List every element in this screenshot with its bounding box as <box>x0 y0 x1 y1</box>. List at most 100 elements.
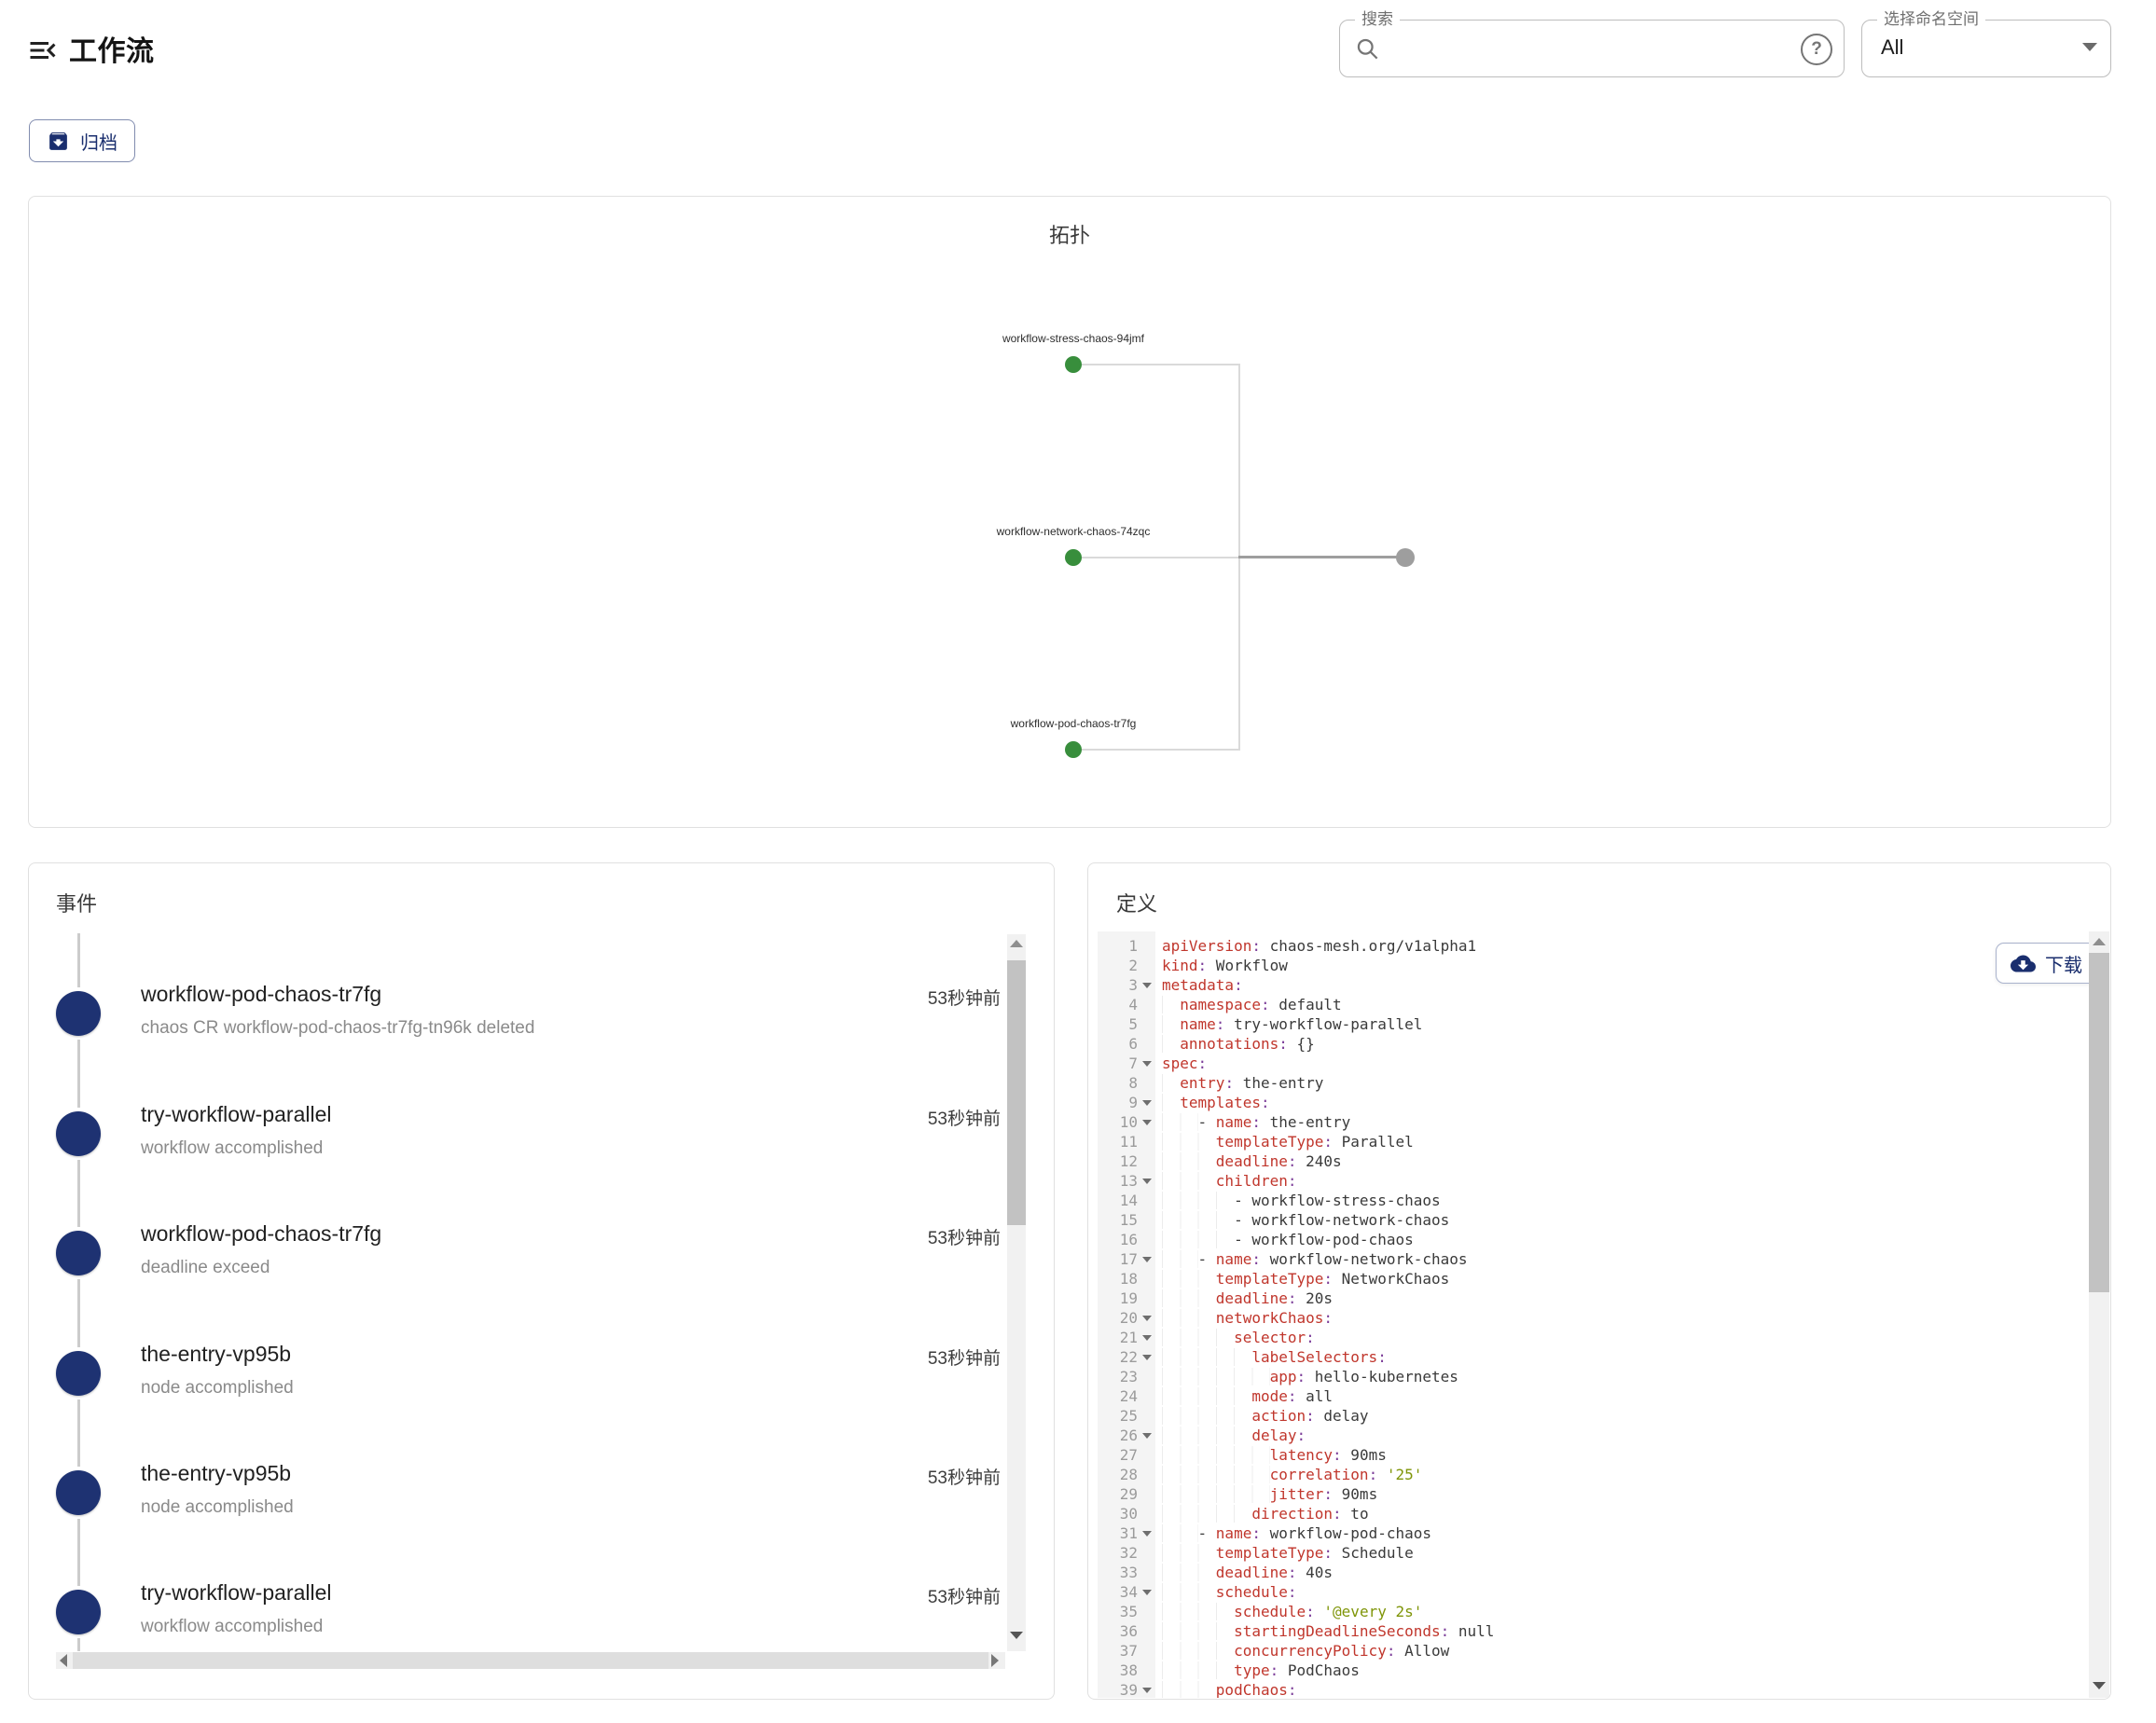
fold-toggle-icon[interactable] <box>1142 1433 1152 1439</box>
topology-node-dot-succeed[interactable] <box>1065 549 1082 566</box>
event-message: node accomplished <box>141 1497 294 1518</box>
menu-open-icon[interactable] <box>24 32 62 69</box>
fold-toggle-icon[interactable] <box>1142 1120 1152 1125</box>
line-number: 35 <box>1098 1602 1138 1621</box>
scroll-down-icon[interactable] <box>1010 1632 1023 1639</box>
code-line: 28 correlation: '25' <box>1098 1465 2110 1484</box>
fold-toggle-icon[interactable] <box>1142 1531 1152 1537</box>
line-number: 18 <box>1098 1269 1138 1289</box>
scroll-down-icon[interactable] <box>2093 1682 2106 1689</box>
timeline-connector <box>77 933 80 987</box>
scroll-up-icon[interactable] <box>2093 938 2106 945</box>
code-text: - name: the-entry <box>1162 1112 1350 1132</box>
line-number: 10 <box>1098 1112 1138 1132</box>
fold-toggle-icon[interactable] <box>1142 1355 1152 1360</box>
code-text: correlation: '25' <box>1162 1465 1422 1484</box>
archive-button-label: 归档 <box>80 128 117 155</box>
scroll-left-icon[interactable] <box>60 1654 67 1667</box>
code-text: - workflow-network-chaos <box>1162 1210 1449 1230</box>
code-text: networkChaos: <box>1162 1308 1333 1328</box>
topology-node-dot-succeed[interactable] <box>1065 356 1082 373</box>
code-text: templates: <box>1162 1093 1270 1112</box>
line-number: 13 <box>1098 1171 1138 1191</box>
fold-toggle-icon[interactable] <box>1142 1179 1152 1184</box>
event-status-dot <box>56 1111 101 1156</box>
line-number: 32 <box>1098 1543 1138 1563</box>
scroll-right-icon[interactable] <box>991 1654 999 1667</box>
fold-toggle-icon[interactable] <box>1142 1100 1152 1106</box>
line-number: 23 <box>1098 1367 1138 1386</box>
fold-toggle-icon[interactable] <box>1142 1316 1152 1321</box>
help-icon[interactable]: ? <box>1801 34 1832 65</box>
code-line: 31 - name: workflow-pod-chaos <box>1098 1523 2110 1543</box>
event-time: 53秒钟前 <box>928 1464 1001 1489</box>
code-line: 24 mode: all <box>1098 1386 2110 1406</box>
event-message: chaos CR workflow-pod-chaos-tr7fg-tn96k … <box>141 1018 534 1039</box>
code-text: deadline: 40s <box>1162 1563 1333 1582</box>
code-line: 10 - name: the-entry <box>1098 1112 2110 1132</box>
topology-node-label[interactable]: workflow-network-chaos-74zqc <box>887 525 1260 538</box>
event-item: workflow-pod-chaos-tr7fg53秒钟前deadline ex… <box>29 1221 1001 1311</box>
line-number: 14 <box>1098 1191 1138 1210</box>
event-message: deadline exceed <box>141 1258 270 1278</box>
download-button[interactable]: 下载 <box>1996 943 2097 984</box>
search-field[interactable]: 搜索 ? <box>1339 20 1845 77</box>
fold-toggle-icon[interactable] <box>1142 1335 1152 1341</box>
search-input[interactable] <box>1392 28 1760 71</box>
fold-toggle-icon[interactable] <box>1142 983 1152 988</box>
code-text: type: PodChaos <box>1162 1661 1360 1680</box>
code-line: 20 networkChaos: <box>1098 1308 2110 1328</box>
code-text: startingDeadlineSeconds: null <box>1162 1621 1494 1641</box>
code-line: 15 - workflow-network-chaos <box>1098 1210 2110 1230</box>
fold-toggle-icon[interactable] <box>1142 1688 1152 1693</box>
line-number: 16 <box>1098 1230 1138 1249</box>
code-text: - workflow-stress-chaos <box>1162 1191 1441 1210</box>
code-text: app: hello-kubernetes <box>1162 1367 1458 1386</box>
code-line: 26 delay: <box>1098 1426 2110 1445</box>
code-line: 11 templateType: Parallel <box>1098 1132 2110 1151</box>
code-line: 23 app: hello-kubernetes <box>1098 1367 2110 1386</box>
code-text: spec: <box>1162 1054 1207 1073</box>
fold-toggle-icon[interactable] <box>1142 1061 1152 1067</box>
line-number: 15 <box>1098 1210 1138 1230</box>
chevron-down-icon <box>2082 43 2097 51</box>
topology-node-label[interactable]: workflow-pod-chaos-tr7fg <box>887 717 1260 730</box>
topology-sink-dot-pending[interactable] <box>1396 548 1415 567</box>
line-number: 22 <box>1098 1347 1138 1367</box>
topology-node-dot-succeed[interactable] <box>1065 741 1082 758</box>
scroll-up-icon[interactable] <box>1010 940 1023 947</box>
code-text: mode: all <box>1162 1386 1333 1406</box>
event-status-dot <box>56 1590 101 1634</box>
line-number: 36 <box>1098 1621 1138 1641</box>
events-horizontal-scrollbar-thumb[interactable] <box>73 1652 988 1669</box>
topology-node-label[interactable]: workflow-stress-chaos-94jmf <box>887 332 1260 345</box>
code-line: 8 entry: the-entry <box>1098 1073 2110 1093</box>
namespace-select[interactable]: 选择命名空间 All <box>1861 20 2111 77</box>
code-line: 21 selector: <box>1098 1328 2110 1347</box>
code-line: 7spec: <box>1098 1054 2110 1073</box>
definition-card: 定义 1apiVersion: chaos-mesh.org/v1alpha12… <box>1087 862 2111 1700</box>
event-name: workflow-pod-chaos-tr7fg <box>141 982 381 1007</box>
code-line: 19 deadline: 20s <box>1098 1289 2110 1308</box>
fold-toggle-icon[interactable] <box>1142 1257 1152 1262</box>
event-status-dot <box>56 1231 101 1275</box>
line-number: 5 <box>1098 1014 1138 1034</box>
code-line: 22 labelSelectors: <box>1098 1347 2110 1367</box>
line-number: 26 <box>1098 1426 1138 1445</box>
fold-toggle-icon[interactable] <box>1142 1590 1152 1595</box>
archive-button[interactable]: 归档 <box>29 119 135 162</box>
code-text: latency: 90ms <box>1162 1445 1387 1465</box>
code-line: 32 templateType: Schedule <box>1098 1543 2110 1563</box>
code-vertical-scrollbar-thumb[interactable] <box>2089 953 2109 1292</box>
line-number: 31 <box>1098 1523 1138 1543</box>
code-text: deadline: 20s <box>1162 1289 1333 1308</box>
code-line: 38 type: PodChaos <box>1098 1661 2110 1680</box>
code-line: 5 name: try-workflow-parallel <box>1098 1014 2110 1034</box>
event-status-dot <box>56 1351 101 1396</box>
event-time: 53秒钟前 <box>928 1105 1001 1130</box>
code-line: 4 namespace: default <box>1098 995 2110 1014</box>
events-vertical-scrollbar-thumb[interactable] <box>1007 960 1026 1225</box>
yaml-editor[interactable]: 1apiVersion: chaos-mesh.org/v1alpha12kin… <box>1098 931 2110 1698</box>
event-status-dot <box>56 1470 101 1515</box>
code-line: 29 jitter: 90ms <box>1098 1484 2110 1504</box>
